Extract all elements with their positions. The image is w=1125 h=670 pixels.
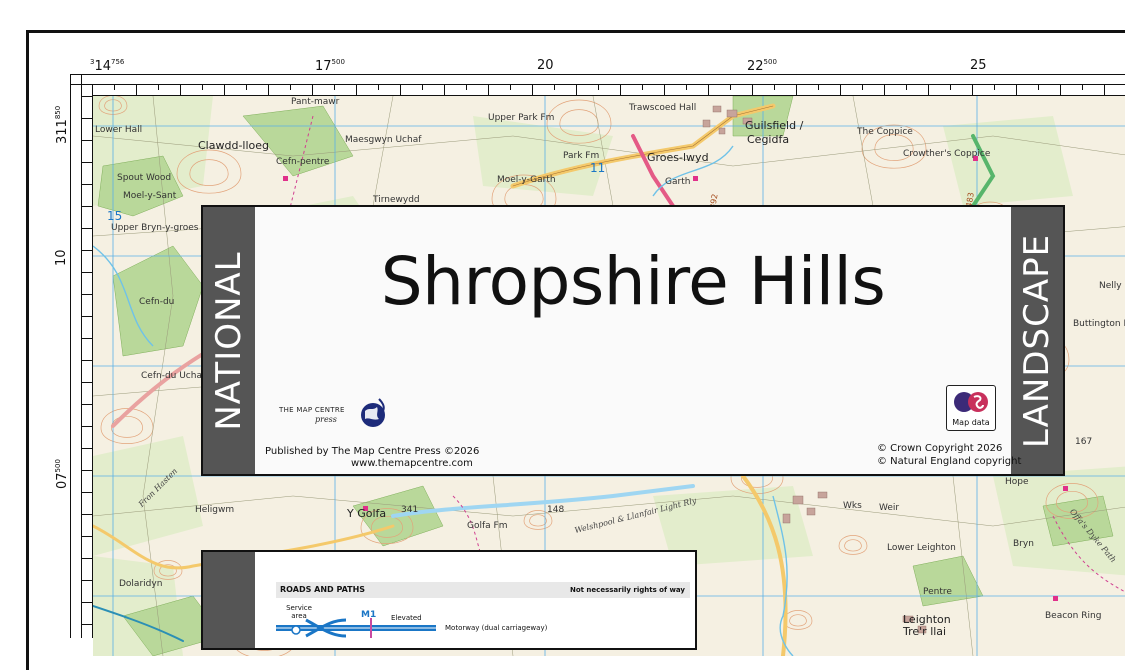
place-trawscoed-hall: Trawscoed Hall bbox=[629, 104, 696, 113]
place-nelly: Nelly bbox=[1099, 282, 1122, 291]
published-by: Published by The Map Centre Press ©2026 bbox=[265, 446, 479, 457]
place-wks: Wks bbox=[843, 502, 862, 511]
national-band: NATIONAL bbox=[203, 207, 255, 474]
place-moel-y-sant: Moel-y-Sant bbox=[123, 192, 176, 201]
place-weir: Weir bbox=[879, 504, 899, 513]
place-crowthers-coppice: Crowther's Coppice bbox=[903, 150, 990, 159]
publisher-website: www.themapcentre.com bbox=[351, 458, 473, 469]
place-hope: Hope bbox=[1005, 478, 1029, 487]
place-cegidfa: Cegidfa bbox=[747, 134, 789, 145]
landscape-label: LANDSCAPE bbox=[1017, 233, 1057, 447]
place-cefn-du: Cefn-du bbox=[139, 298, 174, 307]
place-golfa-fm: Golfa Fm bbox=[467, 522, 507, 531]
os-map-data-badge: Map data bbox=[946, 385, 996, 431]
place-dolaridyn: Dolaridyn bbox=[119, 580, 162, 589]
place-lower-leighton: Lower Leighton bbox=[887, 544, 956, 553]
natural-england-copyright: © Natural England copyright bbox=[877, 456, 1021, 467]
landscape-band: LANDSCAPE bbox=[1011, 207, 1063, 474]
title-panel: NATIONAL LANDSCAPE Shropshire Hills THE … bbox=[201, 205, 1065, 476]
legend-motorway: Motorway (dual carriageway) bbox=[445, 624, 547, 632]
os-badge-label: Map data bbox=[947, 418, 995, 427]
place-park-fm: Park Fm bbox=[563, 152, 599, 161]
place-tirnewydd: Tirnewydd bbox=[373, 196, 420, 205]
place-upper-bryn-y-groes: Upper Bryn-y-groes bbox=[111, 224, 198, 233]
spot-height-341: 341 bbox=[401, 506, 418, 515]
publisher-logo: THE MAP CENTRE press bbox=[275, 393, 387, 433]
place-leighton: Leighton bbox=[903, 614, 951, 625]
place-groes-lwyd: Groes-lwyd bbox=[647, 152, 709, 163]
spot-height-148: 148 bbox=[547, 506, 564, 515]
place-bryn: Bryn bbox=[1013, 540, 1034, 549]
place-cefn-du-uchaf: Cefn-du Uchaf bbox=[141, 372, 205, 381]
place-upper-park-fm: Upper Park Fm bbox=[488, 114, 554, 123]
globe-icon bbox=[359, 397, 387, 431]
spot-height-167: 167 bbox=[1075, 438, 1092, 447]
place-buttington-hall: Buttington Hall bbox=[1073, 320, 1125, 329]
place-cefn-pentre: Cefn-pentre bbox=[276, 158, 329, 167]
crown-copyright: © Crown Copyright 2026 bbox=[877, 443, 1002, 454]
place-the-coppice: The Coppice bbox=[857, 128, 913, 137]
place-pentre: Pentre bbox=[923, 588, 952, 597]
place-clawdd-lloeg: Clawdd-lloeg bbox=[198, 140, 269, 151]
national-label: NATIONAL bbox=[209, 251, 249, 430]
map-title: Shropshire Hills bbox=[255, 243, 1011, 320]
place-lower-hall: Lower Hall bbox=[95, 126, 142, 135]
grid-number-15: 15 bbox=[107, 210, 122, 222]
grid-number-11: 11 bbox=[590, 162, 605, 174]
place-maesgwyn-uchaf: Maesgwyn Uchaf bbox=[345, 136, 421, 145]
legend-header: ROADS AND PATHS Not necessarily rights o… bbox=[276, 582, 690, 598]
place-pant-mawr: Pant-mawr bbox=[291, 98, 339, 107]
place-heligwm: Heligwm bbox=[195, 506, 234, 515]
os-logo-icon bbox=[947, 388, 995, 420]
place-guilsfield: Guilsfield / bbox=[745, 120, 803, 131]
place-garth: Garth bbox=[665, 178, 690, 187]
place-beacon-ring: Beacon Ring bbox=[1045, 612, 1101, 621]
legend-panel: ROADS AND PATHS Not necessarily rights o… bbox=[201, 550, 697, 650]
motorway-symbol bbox=[276, 618, 436, 638]
place-y-golfa: Y Golfa bbox=[347, 508, 386, 519]
legend-side-band bbox=[203, 552, 255, 648]
legend-note: Not necessarily rights of way bbox=[570, 586, 685, 594]
place-spout-wood: Spout Wood bbox=[117, 174, 171, 183]
legend-title: ROADS AND PATHS bbox=[280, 585, 365, 594]
place-moel-y-garth: Moel-y-Garth bbox=[497, 176, 556, 185]
publisher-logo-name: THE MAP CENTRE bbox=[279, 406, 345, 414]
publisher-logo-press: press bbox=[315, 415, 337, 424]
place-trer-llai: Tre'r llai bbox=[903, 626, 946, 637]
